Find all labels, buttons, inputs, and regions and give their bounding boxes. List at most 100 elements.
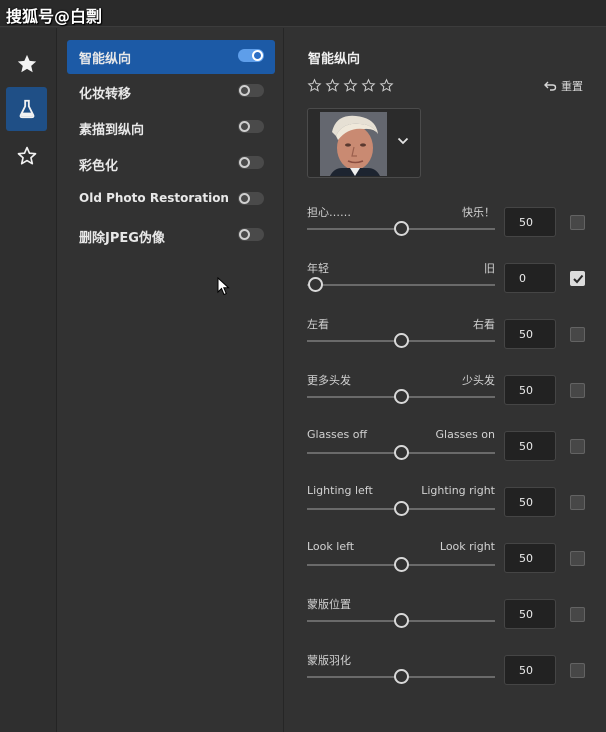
slider-thumb[interactable] [394,389,409,404]
slider-thumb[interactable] [394,333,409,348]
reset-label: 重置 [561,80,583,93]
wishlist-filters-button[interactable] [6,134,47,178]
slider-right-label: 快乐！ [462,206,495,219]
filter-label: 化妆转移 [79,87,132,102]
filter-toggle[interactable] [238,156,264,169]
slider-thumb[interactable] [394,613,409,628]
slider-track[interactable] [307,221,495,236]
target-face-selector[interactable] [307,108,421,178]
slider-enable-checkbox[interactable] [570,495,585,510]
slider-value-field[interactable]: 50 [504,375,556,405]
slider-value-field[interactable]: 50 [504,543,556,573]
flask-icon [19,99,34,119]
slider-enable-checkbox[interactable] [570,215,585,230]
slider-left-label: Glasses off [307,428,368,441]
filter-label: 素描到纵向 [79,123,145,138]
slider-thumb[interactable] [394,221,409,236]
slider-value-field[interactable]: 50 [504,655,556,685]
slider-value-field[interactable]: 0 [504,263,556,293]
slider-enable-checkbox[interactable] [570,271,585,286]
star-filled-icon [17,54,36,73]
featured-filters-button[interactable] [6,42,47,86]
slider-track[interactable] [307,557,495,572]
face-thumbnail [320,112,387,176]
slider-thumb[interactable] [307,277,323,292]
rating-star-5-icon[interactable] [379,78,394,93]
slider-right-label: Look right [439,540,495,553]
slider-mask-feather: 蒙版羽化 50 [307,652,597,692]
slider-mask-position: 蒙版位置 50 [307,596,597,636]
rating-star-4-icon[interactable] [361,78,376,93]
rating-stars [307,78,394,93]
title-strip: 搜狐号@白剽 [0,0,606,27]
slider-thumb[interactable] [394,557,409,572]
reset-button[interactable]: 重置 [544,78,583,94]
filter-item-sketch-to-portrait[interactable]: 素描到纵向 [67,111,275,145]
slider-head-direction: Look left Look right 50 [307,540,597,580]
slider-enable-checkbox[interactable] [570,663,585,678]
slider-enable-checkbox[interactable] [570,607,585,622]
slider-right-label: Lighting right [421,484,495,497]
slider-thumb[interactable] [394,669,409,684]
slider-left-label: Look left [307,540,355,553]
slider-age: 年轻 旧 0 [307,260,597,300]
slider-track[interactable] [307,669,495,684]
rating-star-2-icon[interactable] [325,78,340,93]
slider-left-label: 蒙版羽化 [307,654,351,667]
star-outline-icon [17,146,36,165]
filter-item-makeup-transfer[interactable]: 化妆转移 [67,75,275,109]
slider-right-label: 少头发 [462,374,495,387]
slider-left-label: 左看 [307,318,329,331]
filter-toggle[interactable] [238,192,264,205]
beta-filters-button[interactable] [6,87,47,131]
filter-toggle[interactable] [238,84,264,97]
filter-label: 智能纵向 [79,52,132,67]
slider-value-field[interactable]: 50 [504,431,556,461]
filter-item-jpeg-artifact-removal[interactable]: 删除JPEG伪像 [67,219,275,253]
rating-star-3-icon[interactable] [343,78,358,93]
mouse-pointer-icon [217,277,230,296]
slider-gaze-direction: 左看 右看 50 [307,316,597,356]
checkmark-icon [573,274,584,284]
filter-toggle[interactable] [238,49,264,62]
filter-item-old-photo-restoration[interactable]: Old Photo Restoration [67,183,275,217]
watermark-text: 搜狐号@白剽 [6,7,103,26]
slider-track[interactable] [307,389,495,404]
slider-thumb[interactable] [394,445,409,460]
filter-label: Old Photo Restoration [79,191,229,205]
slider-track[interactable] [307,445,495,460]
slider-enable-checkbox[interactable] [570,551,585,566]
filter-label: 彩色化 [79,159,119,174]
slider-track[interactable] [307,277,495,292]
slider-value-field[interactable]: 50 [504,207,556,237]
rating-star-1-icon[interactable] [307,78,322,93]
slider-left-label: 担心…… [307,206,351,219]
left-rail [0,28,57,732]
filter-item-colorize[interactable]: 彩色化 [67,147,275,181]
slider-track[interactable] [307,501,495,516]
filter-label: 删除JPEG伪像 [79,231,165,246]
slider-track[interactable] [307,613,495,628]
slider-track[interactable] [307,333,495,348]
slider-right-label: Glasses on [435,428,495,441]
slider-value-field[interactable]: 50 [504,487,556,517]
slider-value-field[interactable]: 50 [504,319,556,349]
filter-toggle[interactable] [238,228,264,241]
slider-right-label: 右看 [473,318,495,331]
slider-left-label: 年轻 [307,262,329,275]
slider-value-field[interactable]: 50 [504,599,556,629]
slider-enable-checkbox[interactable] [570,327,585,342]
slider-glasses: Glasses off Glasses on 50 [307,428,597,468]
reset-icon [544,81,557,91]
slider-hair-thickness: 更多头发 少头发 50 [307,372,597,412]
slider-thumb[interactable] [394,501,409,516]
slider-right-label: 旧 [484,262,495,275]
filter-toggle[interactable] [238,120,264,133]
slider-lighting-direction: Lighting left Lighting right 50 [307,484,597,524]
filter-item-smart-portrait[interactable]: 智能纵向 [67,40,275,74]
slider-enable-checkbox[interactable] [570,439,585,454]
slider-left-label: 蒙版位置 [307,598,351,611]
panel-title: 智能纵向 [308,52,361,67]
slider-left-label: 更多头发 [307,374,351,387]
slider-enable-checkbox[interactable] [570,383,585,398]
